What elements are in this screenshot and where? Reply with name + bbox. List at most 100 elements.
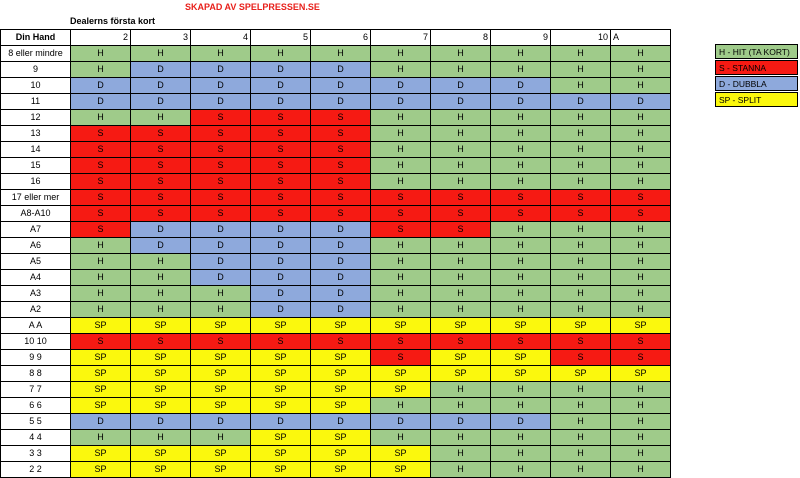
action-cell[interactable]: H <box>490 157 551 174</box>
action-cell[interactable]: S <box>130 333 191 350</box>
action-cell[interactable]: H <box>370 253 431 270</box>
action-cell[interactable]: H <box>490 125 551 142</box>
action-cell[interactable]: H <box>370 125 431 142</box>
action-cell[interactable]: H <box>430 445 491 462</box>
action-cell[interactable]: H <box>610 125 671 142</box>
action-cell[interactable]: S <box>370 221 431 238</box>
action-cell[interactable]: H <box>550 253 611 270</box>
action-cell[interactable]: SP <box>250 429 311 446</box>
legend-item-sp[interactable]: SP - SPLIT <box>715 92 798 107</box>
action-cell[interactable]: H <box>370 45 431 62</box>
action-cell[interactable]: H <box>370 301 431 318</box>
action-cell[interactable]: H <box>490 429 551 446</box>
action-cell[interactable]: D <box>250 413 311 430</box>
legend-item-h[interactable]: H - HIT (TA KORT) <box>715 44 798 59</box>
action-cell[interactable]: S <box>130 173 191 190</box>
action-cell[interactable]: SP <box>190 365 251 382</box>
action-cell[interactable]: H <box>370 237 431 254</box>
action-cell[interactable]: H <box>430 301 491 318</box>
action-cell[interactable]: S <box>130 189 191 206</box>
action-cell[interactable]: D <box>310 77 371 94</box>
hand-label[interactable]: A3 <box>0 285 71 302</box>
hand-label[interactable]: A A <box>0 317 71 334</box>
action-cell[interactable]: H <box>550 381 611 398</box>
action-cell[interactable]: H <box>550 445 611 462</box>
dealer-card-8[interactable]: 8 <box>430 29 491 46</box>
action-cell[interactable]: H <box>610 173 671 190</box>
action-cell[interactable]: S <box>310 173 371 190</box>
action-cell[interactable]: H <box>190 429 251 446</box>
action-cell[interactable]: H <box>610 285 671 302</box>
action-cell[interactable]: H <box>550 269 611 286</box>
action-cell[interactable]: SP <box>70 365 131 382</box>
action-cell[interactable]: SP <box>250 397 311 414</box>
action-cell[interactable]: S <box>250 205 311 222</box>
action-cell[interactable]: D <box>430 93 491 110</box>
action-cell[interactable]: S <box>70 221 131 238</box>
action-cell[interactable]: H <box>550 45 611 62</box>
action-cell[interactable]: S <box>370 205 431 222</box>
action-cell[interactable]: H <box>490 445 551 462</box>
action-cell[interactable]: S <box>70 189 131 206</box>
legend-item-s[interactable]: S - STANNA <box>715 60 798 75</box>
action-cell[interactable]: H <box>70 109 131 126</box>
action-cell[interactable]: S <box>190 157 251 174</box>
action-cell[interactable]: SP <box>370 365 431 382</box>
action-cell[interactable]: S <box>490 205 551 222</box>
action-cell[interactable]: D <box>370 413 431 430</box>
action-cell[interactable]: SP <box>70 397 131 414</box>
action-cell[interactable]: S <box>310 189 371 206</box>
action-cell[interactable]: S <box>190 205 251 222</box>
corner-label[interactable]: Din Hand <box>0 29 71 46</box>
action-cell[interactable]: H <box>610 157 671 174</box>
action-cell[interactable]: S <box>70 157 131 174</box>
action-cell[interactable]: H <box>370 397 431 414</box>
action-cell[interactable]: H <box>70 61 131 78</box>
action-cell[interactable]: H <box>610 141 671 158</box>
action-cell[interactable]: D <box>130 77 191 94</box>
action-cell[interactable]: S <box>490 333 551 350</box>
action-cell[interactable]: S <box>250 141 311 158</box>
hand-label[interactable]: 16 <box>0 173 71 190</box>
action-cell[interactable]: S <box>310 205 371 222</box>
action-cell[interactable]: S <box>550 189 611 206</box>
action-cell[interactable]: D <box>250 61 311 78</box>
action-cell[interactable]: H <box>190 285 251 302</box>
action-cell[interactable]: H <box>490 301 551 318</box>
action-cell[interactable]: H <box>370 285 431 302</box>
action-cell[interactable]: D <box>250 301 311 318</box>
action-cell[interactable]: SP <box>250 445 311 462</box>
action-cell[interactable]: SP <box>250 461 311 478</box>
action-cell[interactable]: H <box>430 397 491 414</box>
action-cell[interactable]: H <box>430 61 491 78</box>
hand-label[interactable]: A8-A10 <box>0 205 71 222</box>
action-cell[interactable]: H <box>550 397 611 414</box>
action-cell[interactable]: D <box>190 93 251 110</box>
action-cell[interactable]: D <box>190 221 251 238</box>
action-cell[interactable]: S <box>550 205 611 222</box>
action-cell[interactable]: D <box>70 413 131 430</box>
action-cell[interactable]: D <box>190 253 251 270</box>
action-cell[interactable]: S <box>250 173 311 190</box>
action-cell[interactable]: SP <box>310 397 371 414</box>
action-cell[interactable]: H <box>610 397 671 414</box>
action-cell[interactable]: H <box>370 173 431 190</box>
action-cell[interactable]: S <box>550 349 611 366</box>
action-cell[interactable]: D <box>310 221 371 238</box>
action-cell[interactable]: H <box>70 253 131 270</box>
action-cell[interactable]: SP <box>430 365 491 382</box>
action-cell[interactable]: SP <box>430 317 491 334</box>
action-cell[interactable]: H <box>70 269 131 286</box>
action-cell[interactable]: H <box>70 285 131 302</box>
action-cell[interactable]: H <box>550 237 611 254</box>
action-cell[interactable]: SP <box>250 349 311 366</box>
action-cell[interactable]: S <box>310 141 371 158</box>
action-cell[interactable]: H <box>550 109 611 126</box>
action-cell[interactable]: H <box>490 269 551 286</box>
action-cell[interactable]: S <box>130 205 191 222</box>
action-cell[interactable]: S <box>370 349 431 366</box>
action-cell[interactable]: S <box>610 205 671 222</box>
action-cell[interactable]: D <box>190 61 251 78</box>
action-cell[interactable]: SP <box>190 317 251 334</box>
action-cell[interactable]: H <box>370 61 431 78</box>
